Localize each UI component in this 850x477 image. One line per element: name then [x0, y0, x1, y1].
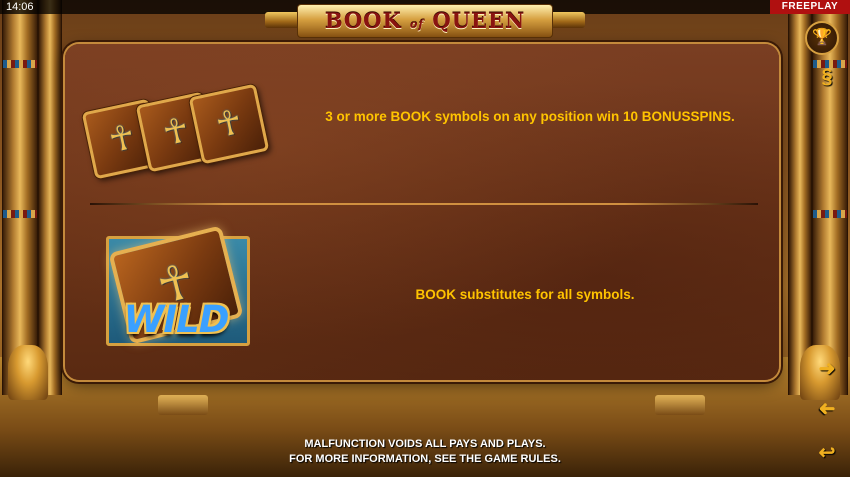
clock: 14:06: [6, 1, 34, 13]
ankh-icon: ☥: [212, 102, 246, 146]
floor-urn-right: [655, 395, 705, 415]
footer-line-2: FOR MORE INFORMATION, SEE THE GAME RULES…: [289, 453, 561, 465]
book-icon: ☥: [188, 83, 270, 165]
return-icon[interactable]: ↩: [814, 440, 840, 466]
trophy-icon[interactable]: 🏆: [805, 21, 839, 55]
logo-word-queen: QUEEN: [432, 8, 526, 33]
right-pillar-inner: [788, 0, 812, 395]
right-pillar: [812, 0, 848, 395]
rule-divider: [90, 203, 758, 205]
footer-disclaimer: MALFUNCTION VOIDS ALL PAYS AND PLAYS. FO…: [200, 437, 650, 467]
ankh-icon: ☥: [159, 110, 193, 154]
rule-text-wild: BOOK substitutes for all symbols.: [415, 287, 635, 302]
ankh-icon: ☥: [105, 117, 139, 161]
rule-text-bonus: 3 or more BOOK symbols on any position w…: [325, 109, 735, 124]
left-torch: [8, 345, 48, 400]
left-pillar: [2, 0, 38, 395]
footer-line-1: MALFUNCTION VOIDS ALL PAYS AND PLAYS.: [304, 438, 546, 450]
paragraph-icon[interactable]: §: [814, 64, 840, 90]
arrow-left-icon[interactable]: ➜: [814, 396, 840, 422]
game-logo: BOOK of QUEEN: [265, 4, 585, 38]
arrow-right-icon[interactable]: ➜: [814, 356, 840, 382]
left-pillar-inner: [38, 0, 62, 395]
floor-urn-left: [158, 395, 208, 415]
wild-label: WILD: [123, 298, 230, 341]
freeplay-badge: FREEPLAY: [770, 0, 850, 14]
logo-word-book: BOOK: [324, 8, 402, 33]
logo-word-of: of: [410, 18, 425, 31]
